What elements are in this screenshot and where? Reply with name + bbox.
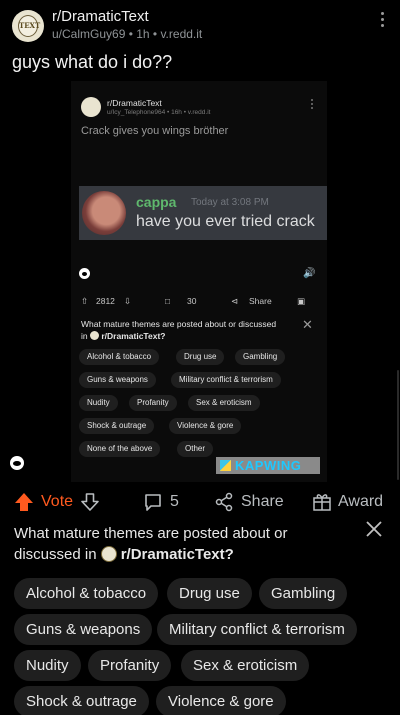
subreddit-small-icon	[100, 546, 117, 562]
post-meta: u/CalmGuy69 • 1h • v.redd.it	[52, 27, 203, 41]
video-subreddit-avatar	[81, 97, 101, 117]
video-tag: Drug use	[176, 349, 225, 365]
post-header: TEXT r/DramaticText u/CalmGuy69 • 1h • v…	[12, 6, 388, 46]
video-post-header: r/DramaticText u/Icy_Telephone964 • 16h …	[79, 95, 319, 121]
more-options-icon[interactable]	[380, 12, 386, 30]
post-title[interactable]: guys what do i do??	[12, 52, 172, 73]
award-label[interactable]: Award	[338, 493, 383, 511]
discord-message: cappa Today at 3:08 PM have you ever tri…	[79, 186, 327, 240]
video-close-icon: ✕	[302, 317, 313, 332]
video-tag: Violence & gore	[169, 418, 242, 434]
video-tag: None of the above	[79, 441, 161, 457]
close-icon[interactable]	[364, 519, 384, 539]
video-comment-icon: □	[165, 296, 171, 306]
upvote-icon[interactable]	[14, 492, 34, 512]
kapwing-text: KAPWING	[235, 458, 302, 473]
video-tag: Profanity	[129, 395, 177, 411]
share-label[interactable]: Share	[241, 493, 284, 511]
video-action-bar: ⇧ 2812 ⇩ □ 30 ⊲ Share ▣	[79, 294, 319, 310]
tag-violence-gore[interactable]: Violence & gore	[156, 686, 286, 715]
video-question-sub: r/DramaticText?	[101, 331, 166, 341]
sound-icon: 🔊	[303, 268, 316, 279]
video-tag: Alcohol & tobacco	[79, 349, 160, 365]
tag-alcohol-tobacco[interactable]: Alcohol & tobacco	[14, 578, 159, 609]
discord-timestamp: Today at 3:08 PM	[191, 197, 269, 208]
video-more-icon	[311, 99, 315, 111]
tag-gambling[interactable]: Gambling	[259, 578, 348, 609]
video-award-icon: ▣	[297, 296, 306, 306]
tag-military-conflict[interactable]: Military conflict & terrorism	[157, 614, 357, 645]
subreddit-name[interactable]: r/DramaticText	[52, 8, 149, 25]
video-question-sub-icon	[90, 331, 99, 340]
post-action-bar: Vote 5 Share Award	[14, 489, 388, 515]
video-tag: Shock & outrage	[79, 418, 155, 434]
video-tag: Other	[177, 441, 214, 457]
video-share-icon: ⊲	[231, 296, 239, 306]
video-post-meta: u/Icy_Telephone964 • 16h • v.redd.it	[107, 109, 211, 116]
reddit-logo-icon	[79, 268, 90, 279]
tag-sex-eroticism[interactable]: Sex & eroticism	[181, 650, 310, 681]
video-tag: Military conflict & terrorism	[171, 372, 281, 388]
reddit-video-icon	[10, 456, 24, 470]
video-tag: Sex & eroticism	[188, 395, 260, 411]
video-tag: Guns & weapons	[79, 372, 156, 388]
tag-shock-outrage[interactable]: Shock & outrage	[14, 686, 149, 715]
tag-profanity[interactable]: Profanity	[88, 650, 172, 681]
avatar-text: TEXT	[19, 21, 41, 30]
video-upvote-icon: ⇧	[81, 296, 89, 306]
kapwing-logo-icon	[220, 460, 231, 471]
tag-guns-weapons[interactable]: Guns & weapons	[14, 614, 153, 645]
video-upvote-count: 2812	[96, 296, 115, 306]
video-comment-count: 30	[187, 296, 197, 306]
video-subreddit-name: r/DramaticText	[107, 98, 162, 108]
video-player[interactable]: r/DramaticText u/Icy_Telephone964 • 16h …	[71, 81, 327, 482]
vote-label[interactable]: Vote	[41, 493, 73, 511]
award-icon[interactable]	[312, 492, 332, 512]
video-share-label: Share	[249, 296, 272, 306]
video-post-title: Crack gives you wings bröther	[81, 125, 229, 137]
scrollbar[interactable]	[397, 370, 399, 480]
share-icon[interactable]	[214, 492, 234, 512]
kapwing-watermark: KAPWING	[216, 457, 320, 474]
video-tag: Gambling	[235, 349, 286, 365]
tag-drug-use[interactable]: Drug use	[167, 578, 252, 609]
video-tag: Nudity	[79, 395, 118, 411]
downvote-icon[interactable]	[80, 492, 100, 512]
question-subreddit[interactable]: r/DramaticText?	[121, 546, 234, 563]
comment-icon[interactable]	[143, 492, 163, 512]
tag-nudity[interactable]: Nudity	[14, 650, 81, 681]
video-downvote-icon: ⇩	[124, 296, 132, 306]
discord-avatar	[82, 191, 126, 235]
mature-themes-question: What mature themes are posted about or d…	[14, 523, 344, 565]
video-question: What mature themes are posted about or d…	[81, 318, 281, 342]
discord-message-text: have you ever tried crack	[136, 213, 315, 230]
subreddit-avatar[interactable]: TEXT	[12, 10, 44, 42]
discord-username: cappa	[136, 194, 177, 210]
comment-count[interactable]: 5	[170, 493, 179, 511]
